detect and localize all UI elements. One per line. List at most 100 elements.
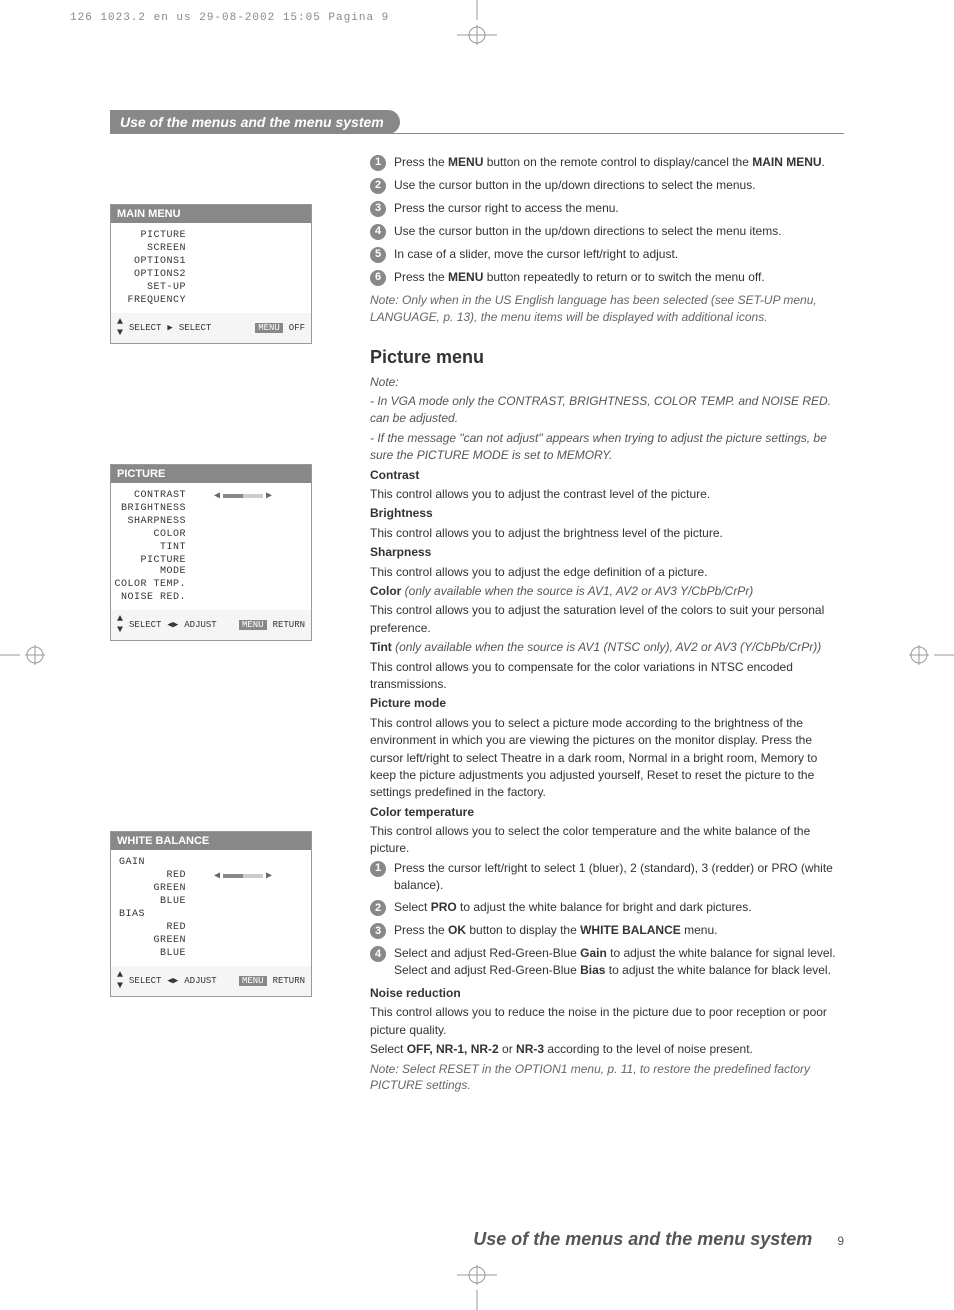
- menu-item: CONTRAST: [111, 489, 194, 502]
- ctemp-text: This control allows you to select the co…: [370, 823, 844, 858]
- wb-menu-header: WHITE BALANCE: [111, 832, 311, 850]
- menu-item: PICTURE: [111, 229, 194, 242]
- footer-select: SELECT: [129, 620, 161, 630]
- ctemp-heading: Color temperature: [370, 804, 844, 821]
- footer-menu: MENU: [239, 620, 267, 630]
- footer-menu: MENU: [239, 976, 267, 986]
- ct-step-3: Press the OK button to display the WHITE…: [394, 922, 717, 939]
- final-note: Note: Select RESET in the OPTION1 menu, …: [370, 1061, 844, 1095]
- menu-item: TINT: [111, 541, 194, 554]
- sharpness-heading: Sharpness: [370, 544, 844, 561]
- nr-text-2: Select OFF, NR-1, NR-2 or NR-3 according…: [370, 1041, 844, 1058]
- ct-badge-4: 4: [370, 946, 386, 962]
- crop-mark-right: [904, 625, 954, 685]
- step-badge-3: 3: [370, 201, 386, 217]
- menu-item: SET-UP: [111, 281, 194, 294]
- footer-select: SELECT: [129, 323, 161, 333]
- crop-mark-left: [0, 625, 50, 685]
- menu-item: GREEN: [111, 882, 194, 895]
- step-badge-5: 5: [370, 247, 386, 263]
- ct-badge-3: 3: [370, 923, 386, 939]
- note-b: - If the message "can not adjust" appear…: [370, 430, 844, 465]
- tint-heading: Tint (only available when the source is …: [370, 639, 844, 656]
- note-label: Note:: [370, 374, 844, 391]
- print-header: 126 1023.2 en us 29-08-2002 15:05 Pagina…: [70, 12, 389, 24]
- brightness-heading: Brightness: [370, 505, 844, 522]
- footer-select: SELECT: [129, 976, 161, 986]
- footer-return: RETURN: [273, 620, 305, 630]
- menu-footer: ▲▼ SELECT ▶ SELECT MENU OFF: [111, 313, 311, 343]
- ct-step-2: Select PRO to adjust the white balance f…: [394, 899, 752, 916]
- updown-icon: ▲▼: [117, 970, 123, 992]
- ct-badge-1: 1: [370, 861, 386, 877]
- pmode-text: This control allows you to select a pict…: [370, 715, 844, 802]
- menu-item: FREQUENCY: [111, 294, 194, 307]
- slider-icon: ◀▶: [214, 490, 272, 502]
- menu-item: COLOR TEMP.: [111, 578, 194, 591]
- page-number: 9: [837, 1234, 844, 1248]
- ct-badge-2: 2: [370, 900, 386, 916]
- step-badge-6: 6: [370, 270, 386, 286]
- picture-menu-box: PICTURE CONTRAST ◀▶ BRIGHTNESS SHARPNESS…: [110, 464, 312, 641]
- step-4: Use the cursor button in the up/down dir…: [394, 223, 782, 240]
- menu-item: OPTIONS1: [111, 255, 194, 268]
- footer-adjust: ADJUST: [184, 620, 216, 630]
- step-badge-1: 1: [370, 155, 386, 171]
- step-2: Use the cursor button in the up/down dir…: [394, 177, 756, 194]
- menu-item: GREEN: [111, 934, 194, 947]
- nr-heading: Noise reduction: [370, 985, 844, 1002]
- wb-menu-box: WHITE BALANCE GAIN RED ◀▶ GREEN BLUE BIA…: [110, 831, 312, 997]
- menu-item: RED: [111, 869, 194, 882]
- menu-item: COLOR: [111, 528, 194, 541]
- brightness-text: This control allows you to adjust the br…: [370, 525, 844, 542]
- footer-select2: SELECT: [179, 323, 211, 333]
- note-a: - In VGA mode only the CONTRAST, BRIGHTN…: [370, 393, 844, 428]
- menu-item: BIAS: [111, 908, 311, 921]
- note-language: Note: Only when in the US English langua…: [370, 292, 844, 326]
- step-3: Press the cursor right to access the men…: [394, 200, 619, 217]
- color-heading: Color (only available when the source is…: [370, 583, 844, 600]
- leftright-icon: ◀▶: [167, 620, 178, 630]
- tint-text: This control allows you to compensate fo…: [370, 659, 844, 694]
- ct-step-4: Select and adjust Red-Green-Blue Gain to…: [394, 945, 836, 979]
- page-title: Use of the menus and the menu system: [110, 110, 400, 134]
- sharpness-text: This control allows you to adjust the ed…: [370, 564, 844, 581]
- menu-item: OPTIONS2: [111, 268, 194, 281]
- menu-item: SHARPNESS: [111, 515, 194, 528]
- footer-return: RETURN: [273, 976, 305, 986]
- footer-off: OFF: [289, 323, 305, 333]
- ct-step-1: Press the cursor left/right to select 1 …: [394, 860, 844, 894]
- crop-mark-bottom: [447, 1260, 507, 1310]
- right-icon: ▶: [167, 323, 172, 333]
- updown-icon: ▲▼: [117, 317, 123, 339]
- color-text: This control allows you to adjust the sa…: [370, 602, 844, 637]
- footer-adjust: ADJUST: [184, 976, 216, 986]
- pmode-heading: Picture mode: [370, 695, 844, 712]
- menu-item: RED: [111, 921, 194, 934]
- updown-icon: ▲▼: [117, 614, 123, 636]
- footer-title: Use of the menus and the menu system 9: [473, 1229, 844, 1250]
- picture-menu-header: PICTURE: [111, 465, 311, 483]
- main-menu-header: MAIN MENU: [111, 205, 311, 223]
- menu-item: GAIN: [111, 856, 311, 869]
- picture-menu-title: Picture menu: [370, 344, 844, 370]
- step-badge-4: 4: [370, 224, 386, 240]
- menu-item: SCREEN: [111, 242, 194, 255]
- nr-text-1: This control allows you to reduce the no…: [370, 1004, 844, 1039]
- crop-mark-top: [447, 0, 507, 50]
- step-1: Press the MENU button on the remote cont…: [394, 154, 825, 171]
- menu-item: BRIGHTNESS: [111, 502, 194, 515]
- menu-footer: ▲▼ SELECT ◀▶ ADJUST MENU RETURN: [111, 966, 311, 996]
- menu-footer: ▲▼ SELECT ◀▶ ADJUST MENU RETURN: [111, 610, 311, 640]
- leftright-icon: ◀▶: [167, 976, 178, 986]
- contrast-heading: Contrast: [370, 467, 844, 484]
- menu-item: BLUE: [111, 947, 194, 960]
- main-menu-box: MAIN MENU PICTURE SCREEN OPTIONS1 OPTION…: [110, 204, 312, 344]
- step-badge-2: 2: [370, 178, 386, 194]
- menu-item: BLUE: [111, 895, 194, 908]
- step-6: Press the MENU button repeatedly to retu…: [394, 269, 765, 286]
- slider-icon: ◀▶: [214, 870, 272, 882]
- menu-item: NOISE RED.: [111, 591, 194, 604]
- step-5: In case of a slider, move the cursor lef…: [394, 246, 678, 263]
- menu-item: PICTURE MODE: [111, 554, 194, 578]
